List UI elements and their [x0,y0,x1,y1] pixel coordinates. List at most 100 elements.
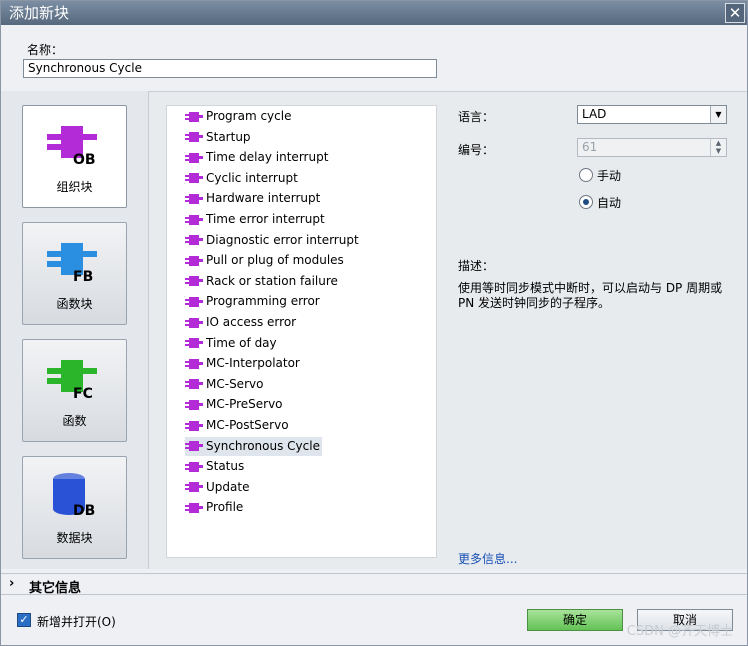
ok-button[interactable]: 确定 [527,609,623,631]
ob-block-icon [185,338,203,349]
watermark: CSDN @齐天博士 [626,624,733,639]
block-type-ob-button[interactable]: OB 组织块 [22,105,127,208]
ob-list-item[interactable]: Cyclic interrupt [185,169,298,188]
ob-list-item-label: Startup [206,129,251,144]
ob-block-icon [185,193,203,204]
name-label: 名称： [27,43,64,57]
ob-list-item-label: Pull or plug of modules [206,253,344,268]
add-and-open-label: 新增并打开(O) [37,615,116,629]
ob-block-icon [185,111,203,122]
chevron-right-icon[interactable]: › [9,576,14,591]
ob-block-icon [185,441,203,452]
ob-icon: OB [47,126,97,168]
add-new-block-dialog: 添加新块 ✕ 名称： Synchronous Cycle OB 组织块 FB 函… [0,0,748,646]
description-label: 描述： [458,259,495,273]
ob-list-item[interactable]: Programming error [185,292,320,311]
ob-list-item[interactable]: Diagnostic error interrupt [185,231,359,250]
ob-block-icon [185,276,203,287]
auto-radio-label: 自动 [597,196,622,210]
name-field[interactable]: Synchronous Cycle [23,59,437,78]
ob-type-list: Program cycle Startup Time delay interru… [166,105,437,558]
svg-text:FB: FB [73,269,93,285]
block-type-fb-button[interactable]: FB 函数块 [22,222,127,325]
ob-block-icon [185,296,203,307]
other-info-label: 其它信息 [29,581,82,596]
block-type-label: 数据块 [56,531,93,545]
ob-list-item[interactable]: MC-PostServo [185,416,289,435]
ob-list-item-label: Synchronous Cycle [206,438,320,453]
ob-block-icon [185,461,203,472]
dialog-title: 添加新块 [1,1,747,25]
ob-list-item-label: Diagnostic error interrupt [206,232,359,247]
ob-list-item-label: Update [206,479,250,494]
ob-list-item-label: Time of day [206,335,277,350]
add-and-open-checkbox[interactable]: ✓ [17,613,31,627]
manual-radio[interactable] [579,168,593,182]
ob-list-item[interactable]: MC-PreServo [185,395,283,414]
ob-block-icon [185,317,203,328]
language-dropdown[interactable]: LAD ▼ [577,105,727,124]
ob-list-item-label: Cyclic interrupt [206,170,298,185]
block-type-label: 函数块 [56,297,93,311]
ob-block-icon [185,214,203,225]
block-type-label: 函数 [62,414,87,428]
language-value: LAD [582,107,607,121]
ob-list-item[interactable]: IO access error [185,313,296,332]
ob-list-item-label: Time error interrupt [206,212,325,226]
ob-block-icon [185,152,203,163]
language-label: 语言： [458,110,495,124]
ob-block-icon [185,132,203,143]
fc-icon: FC [47,360,97,402]
ob-list-item[interactable]: Hardware interrupt [185,189,320,208]
svg-text:OB: OB [73,152,96,168]
ob-list-item-label: IO access error [206,315,297,329]
manual-radio-label: 手动 [597,169,622,183]
ob-block-icon [185,358,203,369]
ob-list-item-label: Status [206,459,245,474]
number-value: 61 [582,140,598,154]
ob-list-item-label: MC-Servo [206,376,264,391]
ob-list-item[interactable]: MC-Servo [185,375,263,394]
ob-list-item[interactable]: MC-Interpolator [185,354,300,373]
ob-list-item[interactable]: Status [185,457,244,476]
spinner-icon: ▲ ▼ [710,139,726,156]
ob-list-item-label: MC-PostServo [206,418,289,432]
ob-list-item[interactable]: Pull or plug of modules [185,251,344,270]
ob-list-item[interactable]: Synchronous Cycle [185,436,322,456]
ob-block-icon [185,502,203,513]
number-label: 编号： [458,143,495,157]
db-icon: DB [53,473,95,519]
ob-list-item-label: Programming error [206,294,320,309]
more-info-link[interactable]: 更多信息... [458,550,517,567]
ob-list-item-label: Program cycle [206,109,292,123]
ob-list-item-label: Rack or station failure [206,273,338,288]
ob-block-icon [185,379,203,390]
ob-block-icon [185,420,203,431]
description-text: 使用等时同步模式中断时，可以启动与 DP 周期或 PN 发送时钟同步的子程序。 [458,281,723,310]
ob-block-icon [185,235,203,246]
ob-block-icon [185,482,203,493]
number-field: 61 ▲ ▼ [577,138,727,157]
ob-list-item[interactable]: Startup [185,128,251,147]
block-type-db-button[interactable]: DB 数据块 [22,456,127,559]
fb-icon: FB [47,243,97,285]
ob-list-item[interactable]: Time of day [185,334,277,353]
auto-radio[interactable] [579,195,593,209]
close-button[interactable]: ✕ [725,3,745,23]
ob-block-icon [185,399,203,410]
ob-list-item[interactable]: Program cycle [185,107,291,126]
ob-list-item[interactable]: Rack or station failure [185,272,338,291]
ob-list-item-label: Profile [206,500,244,515]
ob-list-item[interactable]: Time delay interrupt [185,148,328,167]
ob-list-item[interactable]: Profile [185,498,243,517]
ob-list-item-label: MC-PreServo [206,397,283,412]
ob-list-item[interactable]: Update [185,478,249,497]
ob-block-icon [185,255,203,266]
ob-list-item-label: Hardware interrupt [206,191,321,206]
block-type-fc-button[interactable]: FC 函数 [22,339,127,442]
ob-list-item[interactable]: Time error interrupt [185,210,325,229]
other-info-section[interactable]: › 其它信息 [1,573,747,596]
ob-list-item-label: Time delay interrupt [206,150,329,165]
chevron-down-icon[interactable]: ▼ [710,106,726,123]
block-type-label: 组织块 [56,180,93,194]
